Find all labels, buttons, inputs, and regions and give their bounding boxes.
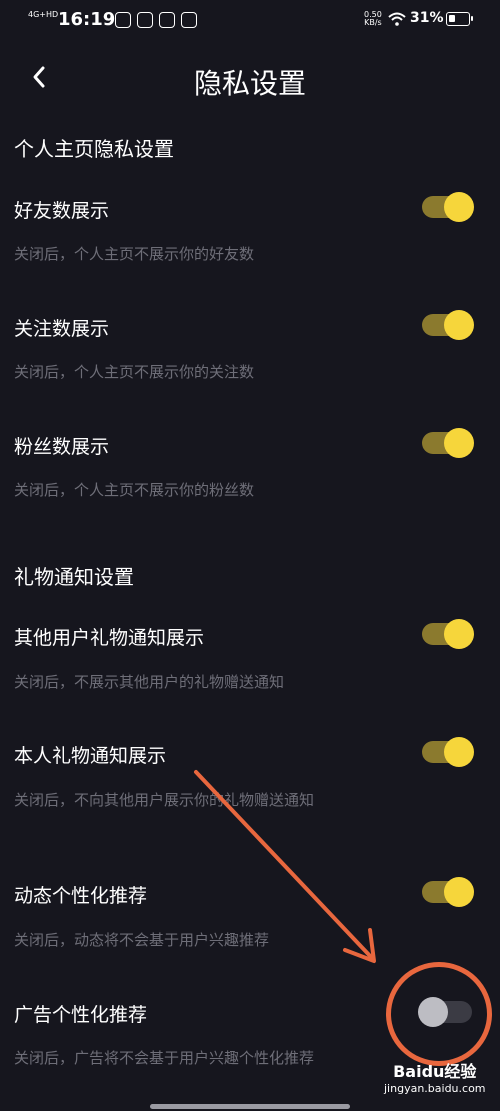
watermark: Baidu经验 jingyan.baidu.com: [384, 1058, 486, 1095]
home-indicator[interactable]: [150, 1104, 350, 1109]
watermark-brand: Baidu经验: [393, 1062, 477, 1081]
watermark-url: jingyan.baidu.com: [384, 1082, 486, 1095]
annotation-circle: [386, 962, 492, 1066]
annotation-arrow: [194, 770, 376, 963]
